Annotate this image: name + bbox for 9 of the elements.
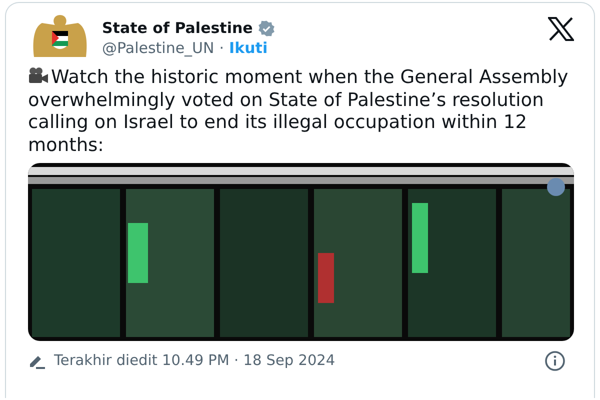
account-name[interactable]: State of Palestine — [102, 19, 253, 37]
edited-timestamp[interactable]: Terakhir diedit 10.49 PM · 18 Sep 2024 — [54, 353, 536, 369]
tweet-text: Watch the historic moment when the General Assembly overwhelmingly voted on State of Palestine’s resolution calling on Israel to end its illegal occupation within 12 months: — [28, 67, 570, 157]
info-icon[interactable] — [544, 350, 566, 372]
x-logo-icon[interactable] — [548, 17, 574, 41]
video-camera-icon — [28, 67, 49, 84]
separator-dot: · — [219, 39, 224, 57]
account-handle[interactable]: @Palestine_UN — [102, 39, 214, 57]
pencil-icon — [28, 353, 46, 369]
